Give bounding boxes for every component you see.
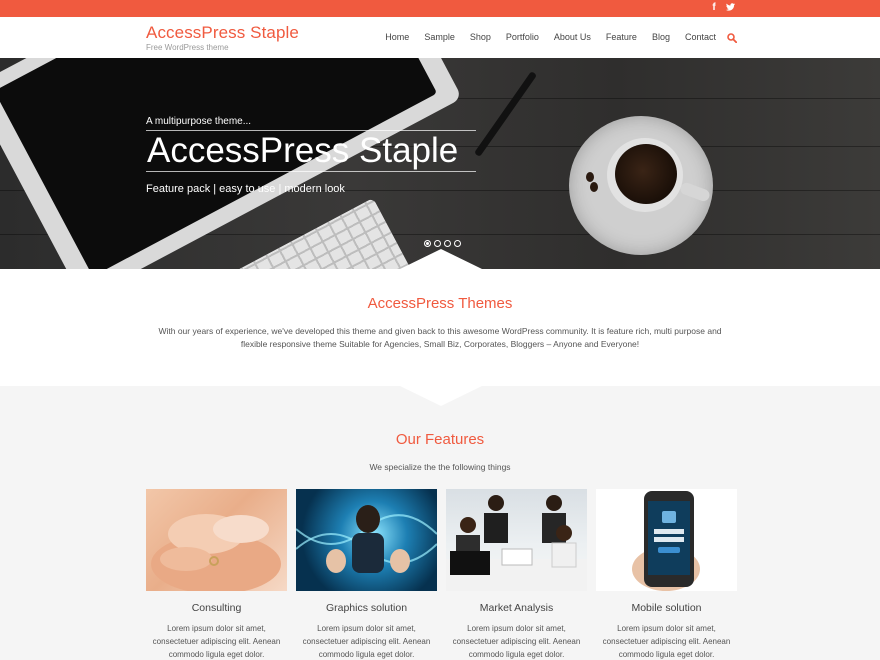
mobile-solution-image[interactable] — [596, 489, 737, 591]
feature-card-market[interactable]: Market Analysis Lorem ipsum dolor sit am… — [446, 489, 587, 660]
section-notch — [400, 249, 482, 269]
search-icon[interactable] — [727, 33, 737, 43]
nav-portfolio[interactable]: Portfolio — [506, 32, 539, 42]
about-title: AccessPress Themes — [367, 295, 513, 312]
feature-title: Market Analysis — [479, 602, 554, 614]
feature-title: Graphics solution — [325, 602, 408, 614]
feature-title: Mobile solution — [631, 602, 702, 614]
social-links: f — [710, 2, 735, 14]
consulting-image[interactable] — [146, 489, 287, 591]
hero-title: AccessPress Staple — [146, 130, 476, 172]
slider-pagination — [424, 240, 461, 247]
pen-image — [474, 71, 538, 158]
slider-dot-2[interactable] — [434, 240, 441, 247]
about-text: With our years of experience, we've deve… — [158, 326, 722, 349]
feature-title: Consulting — [191, 602, 242, 614]
features-subtitle: We specialize the the following things — [369, 462, 511, 472]
section-notch — [400, 386, 482, 406]
feature-card-graphics[interactable]: Graphics solution Lorem ipsum dolor sit … — [296, 489, 437, 660]
coffee-image — [615, 144, 677, 204]
slider-dot-3[interactable] — [444, 240, 451, 247]
main-nav: Home Sample Shop Portfolio About Us Feat… — [385, 32, 716, 42]
feature-card-consulting[interactable]: Consulting Lorem ipsum dolor sit amet, c… — [146, 489, 287, 660]
facebook-icon[interactable]: f — [710, 2, 718, 14]
slider-dot-1[interactable] — [424, 240, 431, 247]
site-header: AccessPress Staple Free WordPress theme … — [0, 17, 880, 58]
feature-card-mobile[interactable]: Mobile solution Lorem ipsum dolor sit am… — [596, 489, 737, 660]
top-bar: f — [0, 0, 880, 17]
feature-text: Lorem ipsum dolor sit amet, consectetuer… — [152, 624, 281, 659]
hero-slider: A multipurpose theme... AccessPress Stap… — [0, 58, 880, 269]
twitter-icon[interactable] — [726, 2, 735, 14]
feature-cards: Consulting Lorem ipsum dolor sit amet, c… — [146, 489, 737, 660]
nav-about-us[interactable]: About Us — [554, 32, 591, 42]
coffee-beans-image — [586, 172, 594, 182]
features-section: Our Features We specialize the the follo… — [0, 386, 880, 660]
site-tagline: Free WordPress theme — [146, 43, 229, 52]
nav-contact[interactable]: Contact — [685, 32, 716, 42]
feature-text: Lorem ipsum dolor sit amet, consectetuer… — [452, 624, 581, 659]
slider-dot-4[interactable] — [454, 240, 461, 247]
market-analysis-image[interactable] — [446, 489, 587, 591]
hero-tagline: Feature pack | easy to use | modern look — [146, 183, 345, 195]
nav-blog[interactable]: Blog — [652, 32, 670, 42]
hero-pre-title: A multipurpose theme... — [146, 116, 252, 127]
feature-text: Lorem ipsum dolor sit amet, consectetuer… — [302, 624, 431, 659]
graphics-image[interactable] — [296, 489, 437, 591]
nav-shop[interactable]: Shop — [470, 32, 491, 42]
nav-home[interactable]: Home — [385, 32, 409, 42]
nav-sample[interactable]: Sample — [424, 32, 455, 42]
nav-feature[interactable]: Feature — [606, 32, 637, 42]
site-title[interactable]: AccessPress Staple — [146, 23, 299, 43]
features-title: Our Features — [395, 431, 485, 448]
feature-text: Lorem ipsum dolor sit amet, consectetuer… — [602, 624, 731, 659]
